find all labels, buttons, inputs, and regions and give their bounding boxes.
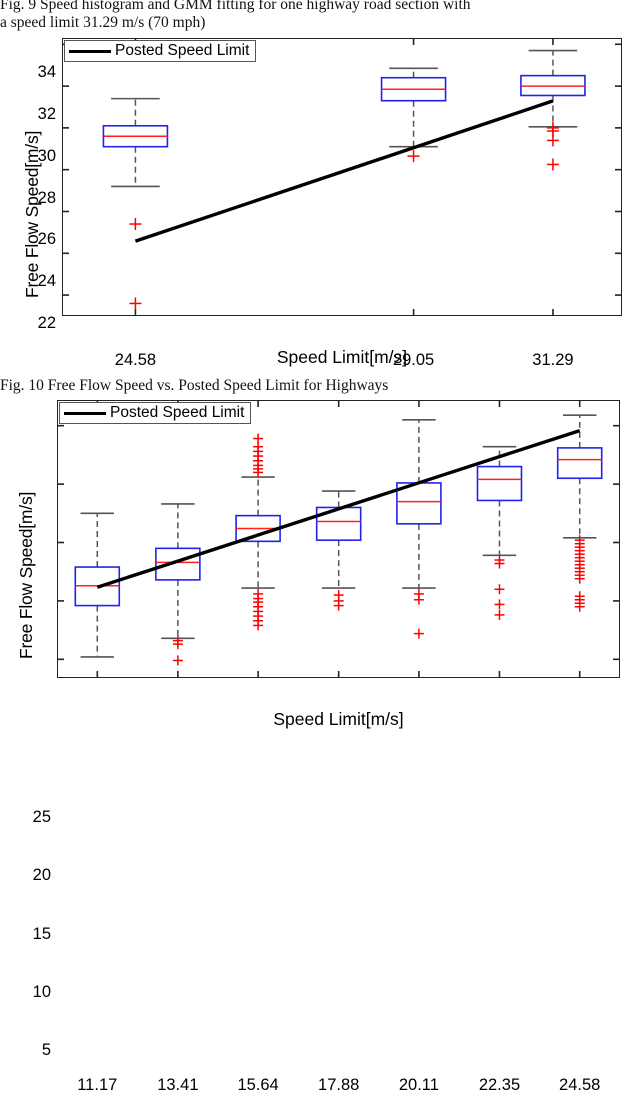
y-axis-tick-label: 20 [32,866,51,885]
x-axis-tick-label: 17.88 [318,1076,360,1094]
y-axis-tick-label: 32 [37,105,56,124]
y-axis-tick-label: 5 [41,1041,51,1060]
x-axis-tick-label: 31.29 [532,351,574,369]
y-axis-tick-label: 22 [37,314,56,333]
x-axis-tick-label: 22.35 [478,1076,521,1094]
x-axis-tick-label: 24.58 [559,1076,601,1094]
figure-9-boxplot: Free Flow Speed[m/s] Speed Limit[m/s] Po… [0,30,640,375]
figure-9-caption: Fig. 9 Speed histogram and GMM fitting f… [0,0,640,32]
y-axis-tick-label: 24 [37,272,56,291]
y-axis-tick-label: 10 [32,982,51,1001]
legend-line-swatch-icon [64,411,106,415]
x-axis-label-fig10: Speed Limit[m/s] [273,709,404,729]
plot-graphics-fig10 [57,400,620,678]
legend-label-posted-speed-limit: Posted Speed Limit [115,42,250,59]
y-axis-tick-label: 26 [37,230,56,249]
legend-line-swatch-icon [69,49,111,53]
legend-fig9: Posted Speed Limit [64,40,257,62]
figure-9-caption-line1: Fig. 9 Speed histogram and GMM fitting f… [0,0,471,13]
x-axis-tick-label: 24.58 [114,351,157,369]
x-axis-tick-label: 11.17 [77,1076,118,1094]
figure-10-boxplot: Free Flow Speed[m/s] Speed Limit[m/s] Po… [0,393,640,1094]
y-axis-tick-label: 28 [37,188,56,207]
y-axis-tick-label: 15 [32,924,51,943]
y-axis-tick-label: 30 [37,146,56,165]
plot-graphics-fig9 [62,38,622,316]
y-axis-label-fig10: Free Flow Speed[m/s] [16,491,36,659]
legend-fig10: Posted Speed Limit [59,402,252,424]
x-axis-tick-label: 20.11 [398,1076,439,1094]
x-axis-tick-label: 13.41 [157,1076,199,1094]
legend-label-posted-speed-limit: Posted Speed Limit [110,404,245,421]
y-axis-tick-label: 25 [32,807,51,826]
x-axis-tick-label: 29.05 [392,351,435,369]
x-axis-tick-label: 15.64 [237,1076,279,1094]
y-axis-tick-label: 34 [37,63,56,82]
